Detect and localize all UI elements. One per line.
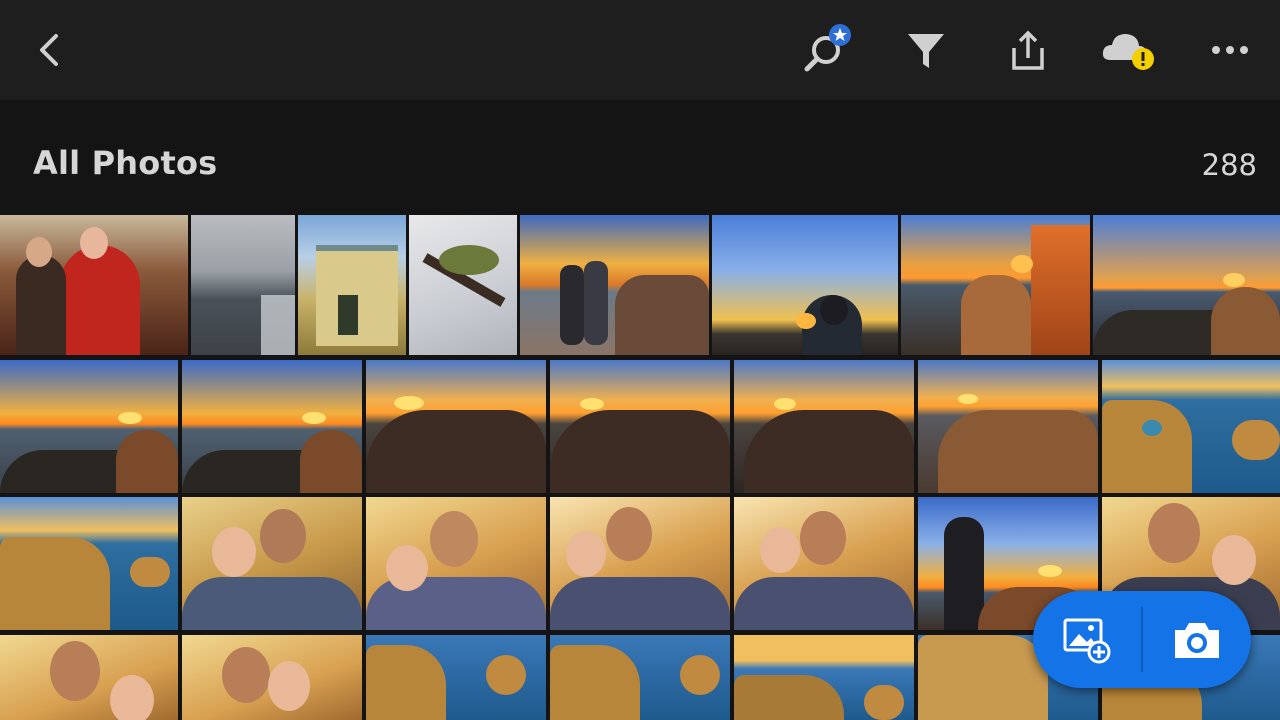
photo-thumbnail[interactable]	[1093, 215, 1280, 355]
photo-thumbnail[interactable]	[182, 360, 362, 493]
photo-thumbnail[interactable]	[366, 497, 546, 630]
photo-thumbnail[interactable]	[409, 215, 517, 355]
photo-thumbnail[interactable]	[182, 635, 362, 720]
add-photos-fab	[1033, 591, 1251, 688]
photo-thumbnail[interactable]	[0, 497, 178, 630]
photo-thumbnail[interactable]	[520, 215, 709, 355]
photo-thumbnail[interactable]	[550, 635, 730, 720]
back-button[interactable]	[22, 22, 78, 78]
filter-funnel-icon	[908, 34, 944, 68]
photo-thumbnail[interactable]	[366, 635, 546, 720]
photo-thumbnail[interactable]	[1102, 360, 1280, 493]
more-button[interactable]	[1202, 22, 1258, 78]
photo-thumbnail[interactable]	[298, 215, 406, 355]
cloud-warning-icon	[1102, 34, 1154, 70]
photo-thumbnail[interactable]	[734, 497, 914, 630]
search-star-icon	[804, 24, 851, 72]
page-title: All Photos	[33, 144, 218, 182]
photo-thumbnail[interactable]	[734, 635, 914, 720]
search-button[interactable]	[800, 22, 856, 78]
cloud-status-button[interactable]	[1100, 22, 1156, 78]
photo-thumbnail[interactable]	[712, 215, 898, 355]
photo-thumbnail[interactable]	[191, 215, 295, 355]
photo-thumbnail[interactable]	[0, 635, 178, 720]
more-dots-icon	[1212, 46, 1248, 54]
camera-icon	[1175, 622, 1219, 658]
add-photo-button[interactable]	[1033, 591, 1141, 688]
photo-thumbnail[interactable]	[901, 215, 1090, 355]
photo-thumbnail[interactable]	[366, 360, 546, 493]
photo-thumbnail[interactable]	[550, 497, 730, 630]
share-upload-icon	[1012, 30, 1044, 70]
camera-button[interactable]	[1143, 591, 1251, 688]
share-button[interactable]	[1000, 22, 1056, 78]
photo-thumbnail[interactable]	[734, 360, 914, 493]
photo-thumbnail[interactable]	[0, 215, 188, 355]
filter-button[interactable]	[898, 22, 954, 78]
photo-thumbnail[interactable]	[918, 360, 1098, 493]
photo-thumbnail[interactable]	[550, 360, 730, 493]
photo-count: 288	[1201, 148, 1257, 182]
photo-thumbnail[interactable]	[182, 497, 362, 630]
photo-thumbnail[interactable]	[0, 360, 178, 493]
back-arrow-icon	[40, 34, 58, 66]
top-toolbar	[0, 0, 1280, 100]
add-photo-icon	[1063, 618, 1111, 663]
